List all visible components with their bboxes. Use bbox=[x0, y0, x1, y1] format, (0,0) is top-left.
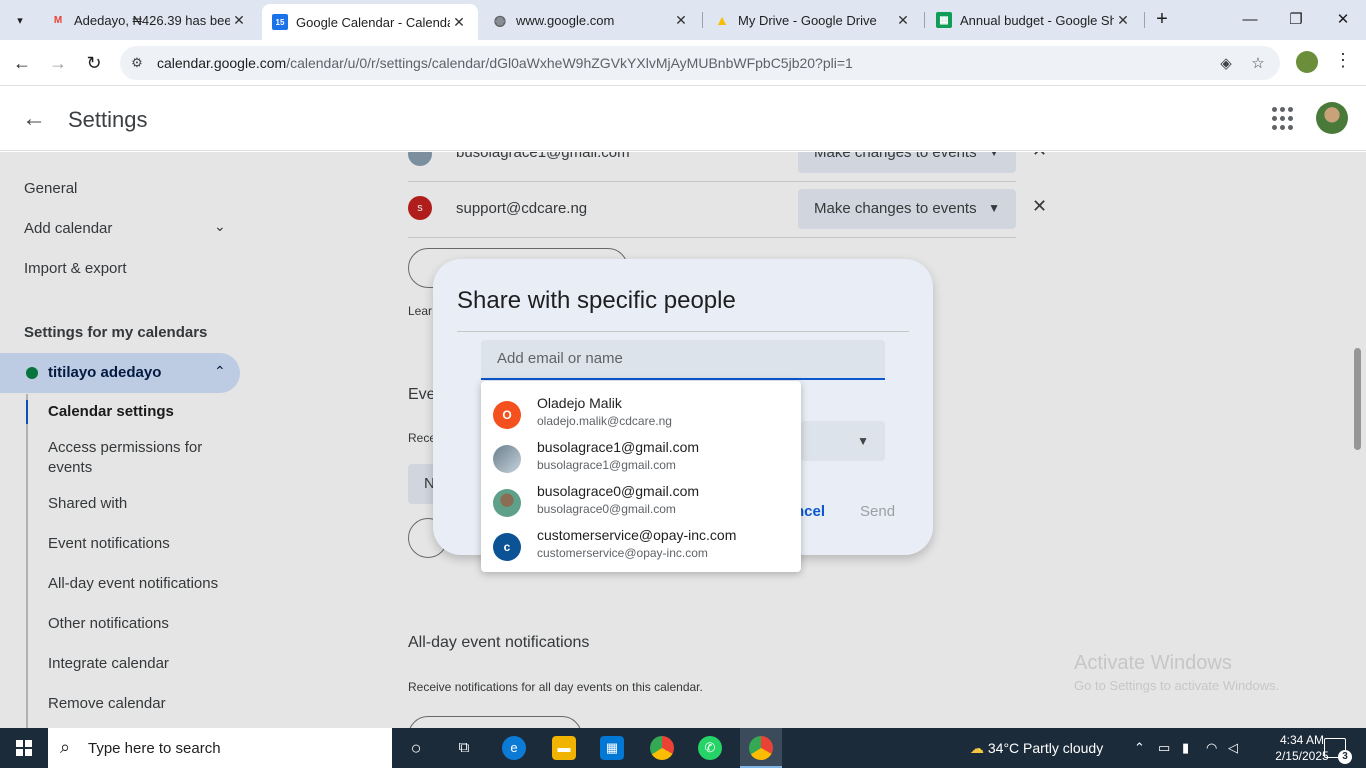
tab-title: Adedayo, ₦426.39 has been bbox=[74, 12, 230, 28]
browser-toolbar: ← → ↻ ⚙ calendar.google.com/calendar/u/0… bbox=[0, 40, 1366, 86]
tab-google-drive[interactable]: ▲ My Drive - Google Drive ✕ bbox=[704, 4, 922, 36]
suggestion-email: busolagrace0@gmail.com bbox=[537, 502, 676, 516]
globe-icon: ◍ bbox=[493, 11, 507, 28]
edge-icon[interactable]: e bbox=[502, 736, 526, 760]
suggestion-name: Oladejo Malik bbox=[537, 395, 622, 411]
account-avatar[interactable] bbox=[1316, 102, 1348, 134]
avatar: c bbox=[493, 533, 521, 561]
taskbar-search[interactable]: ⌕ Type here to search bbox=[48, 728, 392, 768]
browser-menu-icon[interactable]: ⋮ bbox=[1334, 50, 1352, 71]
tab-google-calendar[interactable]: 15 Google Calendar - Calendar ✕ bbox=[262, 4, 478, 40]
sheets-icon: ▦ bbox=[936, 12, 952, 28]
calendar-icon: 15 bbox=[272, 14, 288, 30]
dialog-title: Share with specific people bbox=[457, 287, 736, 314]
list-item[interactable]: O Oladejo Malik oladejo.malik@cdcare.ng bbox=[481, 387, 801, 431]
notification-badge: 3 bbox=[1338, 750, 1352, 764]
chrome-icon bbox=[749, 736, 773, 760]
cancel-button[interactable]: Cancel bbox=[799, 503, 825, 520]
gmail-icon: M bbox=[53, 14, 63, 26]
list-item[interactable]: c customerservice@opay-inc.com customers… bbox=[481, 519, 801, 563]
minimize-icon[interactable]: — bbox=[1238, 8, 1262, 32]
weather-text: 34°C Partly cloudy bbox=[987, 740, 1104, 756]
restore-icon[interactable]: ❐ bbox=[1284, 8, 1308, 32]
avatar bbox=[493, 489, 521, 517]
page-title: Settings bbox=[68, 107, 148, 132]
browser-tab-strip: ▾ M Adedayo, ₦426.39 has been ✕ 15 Googl… bbox=[0, 0, 1366, 40]
send-button[interactable]: Send bbox=[860, 503, 895, 520]
tray-chevron-icon[interactable]: ⌃ bbox=[1134, 740, 1145, 756]
volume-icon[interactable]: ◁ bbox=[1228, 740, 1238, 756]
tab-google-sheets[interactable]: ▦ Annual budget - Google She ✕ bbox=[926, 4, 1142, 36]
suggestion-name: busolagrace0@gmail.com bbox=[537, 483, 700, 499]
address-bar[interactable]: ⚙ calendar.google.com/calendar/u/0/r/set… bbox=[120, 46, 1280, 80]
search-placeholder: Type here to search bbox=[88, 740, 221, 757]
suggestion-email: busolagrace1@gmail.com bbox=[537, 458, 676, 472]
tab-search-button[interactable]: ▾ bbox=[6, 8, 34, 32]
close-icon[interactable]: ✕ bbox=[672, 12, 690, 29]
reload-icon[interactable]: ↻ bbox=[82, 51, 106, 75]
chrome-icon[interactable] bbox=[650, 736, 674, 760]
cortana-icon[interactable]: ○ bbox=[404, 736, 428, 760]
suggestion-email: oladejo.malik@cdcare.ng bbox=[537, 414, 672, 428]
taskbar-active-app[interactable] bbox=[740, 728, 782, 768]
windows-start-icon[interactable] bbox=[16, 740, 32, 756]
site-info-icon[interactable]: ⚙ bbox=[128, 54, 146, 72]
avatar: O bbox=[493, 401, 521, 429]
file-explorer-icon[interactable]: ▬ bbox=[552, 736, 576, 760]
weather-widget[interactable]: ☁ 34°C Partly cloudy bbox=[970, 740, 1103, 757]
weather-icon: ☁ bbox=[970, 740, 984, 756]
profile-avatar[interactable] bbox=[1296, 51, 1318, 73]
search-icon: ⌕ bbox=[60, 737, 71, 757]
tab-title: www.google.com bbox=[516, 12, 615, 28]
close-icon[interactable]: ✕ bbox=[450, 14, 468, 31]
bookmark-star-icon[interactable]: ☆ bbox=[1248, 54, 1268, 74]
suggestion-name: customerservice@opay-inc.com bbox=[537, 527, 737, 543]
email-input-container[interactable] bbox=[481, 340, 885, 380]
divider bbox=[457, 331, 909, 332]
task-view-icon[interactable]: ⧉ bbox=[452, 736, 476, 760]
tab-google[interactable]: ◍ www.google.com ✕ bbox=[482, 4, 700, 36]
meet-icon[interactable]: ▭ bbox=[1158, 740, 1170, 756]
close-icon[interactable]: ✕ bbox=[1114, 12, 1132, 29]
back-icon[interactable]: ← bbox=[10, 51, 34, 75]
chevron-down-icon: ▾ bbox=[17, 14, 23, 27]
apps-grid-icon[interactable] bbox=[1272, 107, 1296, 131]
tab-title: Google Calendar - Calendar bbox=[296, 14, 450, 30]
wifi-icon[interactable]: ◠ bbox=[1206, 740, 1217, 756]
close-window-icon[interactable]: ✕ bbox=[1331, 8, 1355, 32]
forward-icon[interactable]: → bbox=[46, 51, 70, 75]
tab-separator bbox=[702, 12, 703, 28]
extension-icon[interactable]: ◈ bbox=[1216, 54, 1236, 74]
autocomplete-list: O Oladejo Malik oladejo.malik@cdcare.ng … bbox=[481, 381, 801, 572]
tab-separator bbox=[1144, 12, 1145, 28]
back-arrow-icon[interactable]: ← bbox=[22, 105, 46, 133]
close-icon[interactable]: ✕ bbox=[230, 12, 248, 29]
windows-taskbar: ⌕ Type here to search ○ ⧉ e ▬ ▦ ✆ ☁ 34°C… bbox=[0, 728, 1366, 768]
permission-select[interactable]: ▼ bbox=[801, 421, 885, 461]
settings-header: ← Settings bbox=[0, 87, 1366, 151]
suggestion-name: busolagrace1@gmail.com bbox=[537, 439, 700, 455]
tab-separator bbox=[924, 12, 925, 28]
suggestion-email: customerservice@opay-inc.com bbox=[537, 546, 708, 560]
email-input[interactable] bbox=[497, 350, 867, 367]
dropdown-caret-icon: ▼ bbox=[857, 434, 869, 448]
url-text: calendar.google.com/calendar/u/0/r/setti… bbox=[157, 55, 853, 71]
store-icon[interactable]: ▦ bbox=[600, 736, 624, 760]
tab-gmail[interactable]: M Adedayo, ₦426.39 has been ✕ bbox=[40, 4, 258, 36]
battery-icon[interactable]: ▮ bbox=[1182, 740, 1189, 756]
list-item[interactable]: busolagrace0@gmail.com busolagrace0@gmai… bbox=[481, 475, 801, 519]
drive-icon: ▲ bbox=[715, 12, 729, 28]
new-tab-button[interactable]: + bbox=[1150, 8, 1174, 32]
tab-title: My Drive - Google Drive bbox=[738, 12, 877, 28]
notification-icon[interactable]: 3 bbox=[1324, 738, 1352, 764]
list-item[interactable]: busolagrace1@gmail.com busolagrace1@gmai… bbox=[481, 431, 801, 475]
whatsapp-icon[interactable]: ✆ bbox=[698, 736, 722, 760]
tab-title: Annual budget - Google She bbox=[960, 12, 1114, 28]
avatar bbox=[493, 445, 521, 473]
close-icon[interactable]: ✕ bbox=[894, 12, 912, 29]
